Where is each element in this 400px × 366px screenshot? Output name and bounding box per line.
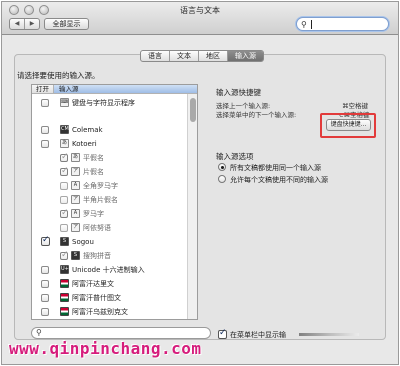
list-item-label: 阿富汗达里文 — [72, 280, 114, 288]
nav-segmented-control: ◀ ▶ — [9, 18, 40, 30]
katakana-icon: ア — [71, 167, 80, 176]
keyboard-shortcuts-button[interactable]: 键盘快捷键... — [326, 119, 371, 131]
list-item[interactable]: ア 阿依努语 — [32, 221, 188, 235]
next-source-label: 选择菜单中的下一个输入源: — [216, 111, 297, 119]
list-item-label: 键盘与字符显示程序 — [72, 99, 135, 107]
halfwidth-katakana-icon: ア — [71, 195, 80, 204]
enable-checkbox[interactable] — [60, 196, 68, 204]
title-bar: 语言与文本 ◀ ▶ 全部显示 ⚲ — [2, 2, 398, 35]
afghan-flag-icon — [60, 293, 69, 302]
column-header-open[interactable]: 打开 — [32, 85, 54, 93]
list-header: 打开 输入源 — [32, 85, 197, 94]
radio-same-source-label[interactable]: 所有文稿都使用同一个输入源 — [230, 163, 321, 173]
list-item-label: 全角罗马字 — [83, 182, 118, 190]
romaji-icon: A — [71, 209, 80, 218]
list-item[interactable]: あ 平假名 — [32, 151, 188, 165]
list-item[interactable]: U+ Unicode 十六进制输入 — [32, 263, 188, 277]
enable-checkbox[interactable] — [41, 280, 49, 288]
kotoeri-icon: あ — [60, 139, 69, 148]
list-item[interactable]: S 搜狗拼音 — [32, 249, 188, 263]
ainu-icon: ア — [71, 223, 80, 232]
list-item[interactable]: CM Colemak — [32, 123, 188, 137]
window-title: 语言与文本 — [180, 6, 220, 15]
input-source-list[interactable]: 打开 输入源 ⌨ 键盘与字符显示程序 CM Colemak あ Kotoeri … — [31, 84, 198, 320]
enable-checkbox[interactable] — [41, 235, 50, 246]
blur-overlay — [299, 333, 359, 336]
enable-checkbox[interactable] — [60, 224, 68, 232]
list-item[interactable]: 阿富汗普什图文 — [32, 291, 188, 305]
search-field[interactable]: ⚲ — [296, 17, 389, 31]
scrollbar-thumb[interactable] — [190, 98, 196, 122]
list-item-label: 阿依努语 — [83, 224, 111, 232]
enable-checkbox[interactable] — [41, 99, 49, 107]
show-in-menubar-checkbox[interactable] — [218, 328, 227, 339]
list-item-label: 平假名 — [83, 154, 104, 162]
enable-checkbox[interactable] — [60, 250, 69, 260]
list-item[interactable]: ア 片假名 — [32, 165, 188, 179]
radio-each-document-label[interactable]: 允许每个文稿使用不同的输入源 — [230, 175, 328, 185]
text-caret — [311, 20, 312, 29]
list-item-label: 搜狗拼音 — [83, 252, 111, 260]
list-item-label: 阿富汗普什图文 — [72, 294, 121, 302]
tab-language[interactable]: 语言 — [141, 51, 169, 61]
show-in-menubar-label[interactable]: 在菜单栏中显示输 — [230, 330, 286, 340]
forward-arrow-icon[interactable]: ▶ — [24, 19, 39, 29]
list-item[interactable]: ア 半角片假名 — [32, 193, 188, 207]
list-item-label: 半角片假名 — [83, 196, 118, 204]
sogou-icon: S — [60, 237, 69, 246]
enable-checkbox[interactable] — [60, 182, 68, 190]
enable-checkbox[interactable] — [60, 152, 69, 162]
tab-text[interactable]: 文本 — [169, 51, 198, 61]
enable-checkbox[interactable] — [41, 140, 49, 148]
shortcuts-heading: 输入源快捷键 — [216, 88, 261, 97]
options-heading: 输入源选项 — [216, 152, 254, 161]
list-item-label: Sogou — [72, 238, 94, 246]
enable-checkbox[interactable] — [41, 308, 49, 316]
hiragana-icon: あ — [71, 153, 80, 162]
list-item[interactable]: 阿富汗达里文 — [32, 277, 188, 291]
tab-region[interactable]: 地区 — [198, 51, 227, 61]
radio-each-document[interactable] — [218, 175, 226, 183]
afghan-flag-icon — [60, 307, 69, 316]
enable-checkbox[interactable] — [41, 126, 49, 134]
list-item-label: Kotoeri — [72, 140, 97, 148]
sogou-pinyin-icon: S — [71, 251, 80, 260]
list-item-label: 片假名 — [83, 168, 104, 176]
unicode-hex-icon: U+ — [60, 265, 69, 274]
list-item[interactable]: A 全角罗马字 — [32, 179, 188, 193]
list-item[interactable]: 阿富汗乌兹别克文 — [32, 305, 188, 319]
enable-checkbox[interactable] — [41, 266, 49, 274]
list-prompt: 请选择要使用的输入源。 — [17, 71, 100, 80]
list-item[interactable]: S Sogou — [32, 235, 188, 249]
list-item-label: Unicode 十六进制输入 — [72, 266, 145, 274]
list-scrollbar[interactable] — [187, 94, 197, 319]
list-search-field[interactable]: ⚲ — [31, 327, 211, 339]
list-item-label: 阿富汗乌兹别克文 — [72, 308, 128, 316]
tab-bar: 语言 文本 地区 输入源 — [140, 50, 264, 62]
column-header-source[interactable]: 输入源 — [54, 85, 197, 93]
colemak-icon: CM — [60, 125, 69, 134]
list-item[interactable]: A 罗马字 — [32, 207, 188, 221]
tab-input-sources[interactable]: 输入源 — [227, 51, 263, 61]
show-all-button[interactable]: 全部显示 — [44, 18, 89, 30]
list-item-label: Colemak — [72, 126, 103, 134]
list-item-label: 罗马字 — [83, 210, 104, 218]
watermark-text: www.qinpinchang.com — [9, 339, 202, 358]
afghan-flag-icon — [60, 279, 69, 288]
search-icon: ⚲ — [36, 328, 42, 337]
radio-same-source[interactable] — [218, 163, 226, 171]
search-icon: ⚲ — [301, 20, 307, 29]
enable-checkbox[interactable] — [60, 166, 69, 176]
keyboard-viewer-icon: ⌨ — [60, 98, 69, 107]
enable-checkbox[interactable] — [60, 208, 69, 218]
enable-checkbox[interactable] — [41, 294, 49, 302]
back-arrow-icon[interactable]: ◀ — [10, 19, 24, 29]
list-item[interactable]: あ Kotoeri — [32, 137, 188, 151]
fullwidth-roman-icon: A — [71, 181, 80, 190]
list-item[interactable]: ⌨ 键盘与字符显示程序 — [32, 96, 188, 110]
